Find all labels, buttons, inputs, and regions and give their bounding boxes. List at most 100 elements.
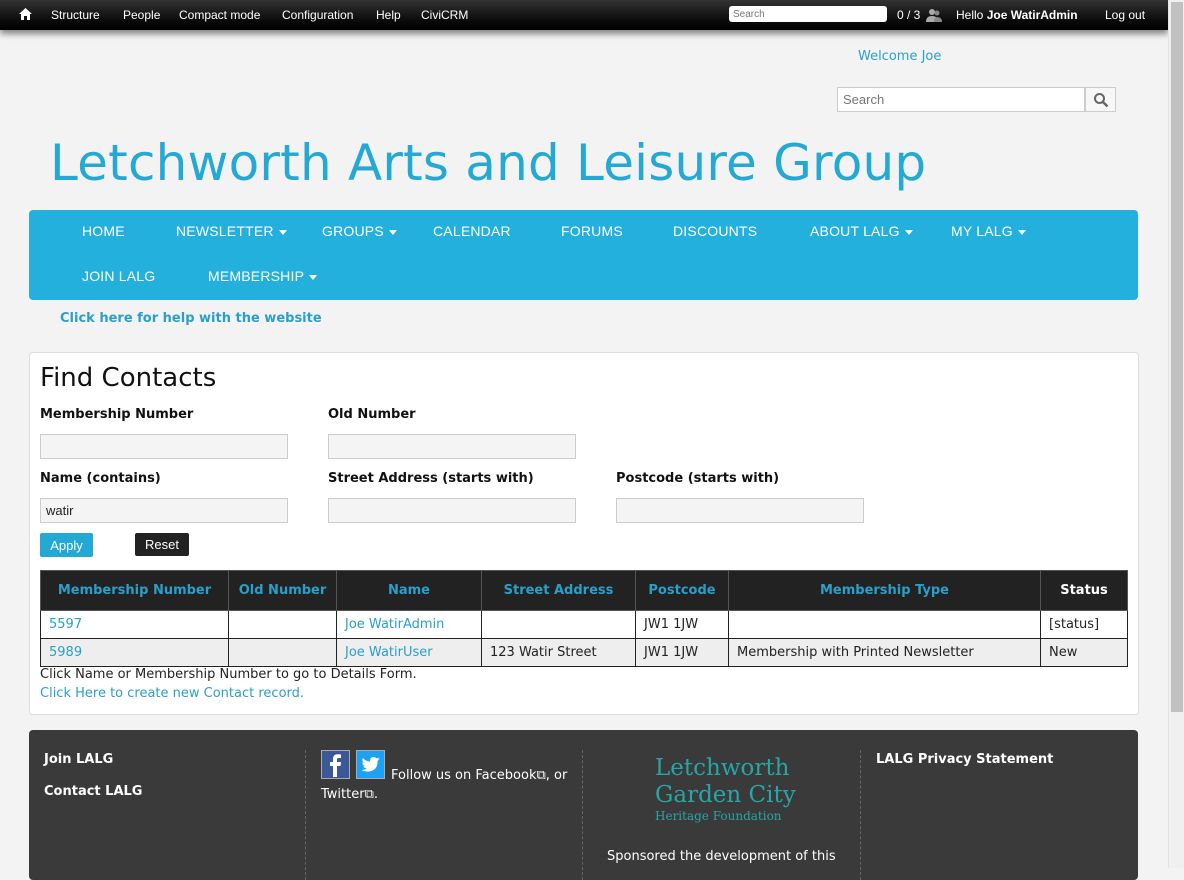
site-search-input[interactable] [837, 87, 1085, 112]
toolbar-civicrm[interactable]: CiviCRM [421, 8, 468, 22]
cell-membership-type [728, 610, 1041, 639]
scrollbar-thumb[interactable] [1171, 2, 1183, 712]
apply-button[interactable]: Apply [40, 533, 93, 557]
cell-street-address: 123 Watir Street [481, 638, 636, 667]
welcome-link[interactable]: Welcome Joe [858, 49, 941, 64]
external-link-icon: ⧉ [536, 768, 546, 783]
footer-divider [582, 750, 583, 880]
nav-newsletter[interactable]: NEWSLETTER [176, 223, 287, 239]
page-scrollbar[interactable] [1168, 0, 1184, 868]
nav-membership-label: MEMBERSHIP [208, 268, 305, 284]
column-header-status: Status [1040, 570, 1128, 611]
footer-contact-link[interactable]: Contact LALG [44, 784, 142, 799]
nav-discounts[interactable]: DISCOUNTS [673, 223, 757, 239]
column-header-membership-type[interactable]: Membership Type [728, 570, 1041, 611]
postcode-input[interactable] [616, 498, 864, 523]
toolbar-people[interactable]: People [123, 8, 160, 22]
site-search-button[interactable] [1085, 87, 1116, 112]
shortcut-count[interactable]: 0 / 3 [897, 8, 920, 22]
nav-forums-label: FORUMS [561, 223, 623, 239]
nav-forums[interactable]: FORUMS [561, 223, 623, 239]
nav-about-lalg-label: ABOUT LALG [810, 223, 900, 239]
reset-button[interactable]: Reset [135, 533, 189, 556]
nav-groups-label: GROUPS [322, 223, 384, 239]
column-header-street-address[interactable]: Street Address [481, 570, 636, 611]
street-address-input[interactable] [328, 498, 576, 523]
column-header-old-number[interactable]: Old Number [228, 570, 337, 611]
cell-membership-type: Membership with Printed Newsletter [728, 638, 1041, 667]
nav-my-lalg[interactable]: MY LALG [951, 223, 1026, 239]
nav-about-lalg[interactable]: ABOUT LALG [810, 223, 913, 239]
results-note: Click Name or Membership Number to go to… [40, 667, 417, 682]
chevron-down-icon [1017, 229, 1026, 235]
nav-home[interactable]: HOME [82, 223, 125, 239]
page-title: Find Contacts [40, 363, 217, 393]
toolbar-search-input[interactable] [729, 6, 887, 22]
toolbar-greeting: Hello Joe WatirAdmin [956, 8, 1078, 22]
contact-name-link[interactable]: Joe WatirAdmin [345, 617, 444, 632]
cell-status: New [1040, 638, 1128, 667]
create-contact-link[interactable]: Click Here to create new Contact record. [40, 686, 304, 701]
table-row: 5989 Joe WatirUser 123 Watir Street JW1 … [40, 638, 1128, 667]
nav-groups[interactable]: GROUPS [322, 223, 397, 239]
sponsored-text: Sponsored the development of this [607, 849, 836, 864]
postcode-label: Postcode (starts with) [616, 471, 780, 486]
logout-link[interactable]: Log out [1105, 8, 1145, 22]
help-link[interactable]: Click here for help with the website [60, 311, 322, 326]
nav-my-lalg-label: MY LALG [951, 223, 1013, 239]
results-table: Membership Number Old Number Name Street… [40, 570, 1128, 667]
toolbar-compact-mode[interactable]: Compact mode [179, 8, 260, 22]
old-number-label: Old Number [328, 407, 416, 422]
privacy-statement-link[interactable]: LALG Privacy Statement [876, 752, 1053, 767]
membership-number-label: Membership Number [40, 407, 194, 422]
column-header-membership-number[interactable]: Membership Number [40, 570, 229, 611]
heritage-foundation-logo[interactable]: Letchworth Garden City Heritage Foundati… [655, 755, 796, 823]
twitter-link[interactable]: Twitter [321, 787, 365, 802]
cell-old-number [228, 638, 337, 667]
follow-us-text: Follow us on Facebook⧉, or Twitter⧉. [321, 766, 571, 804]
footer-divider [860, 750, 861, 880]
table-row: 5597 Joe WatirAdmin JW1 1JW [status] [40, 610, 1128, 639]
toolbar-configuration[interactable]: Configuration [282, 8, 353, 22]
name-input[interactable] [40, 498, 288, 523]
heritage-line2: Garden City [655, 782, 796, 808]
heritage-line1: Letchworth [655, 755, 790, 781]
column-header-name[interactable]: Name [336, 570, 482, 611]
external-link-icon: ⧉ [364, 787, 374, 802]
street-address-label: Street Address (starts with) [328, 471, 534, 486]
nav-discounts-label: DISCOUNTS [673, 223, 758, 239]
shortcuts-icon[interactable] [926, 8, 942, 22]
membership-number-input[interactable] [40, 434, 288, 459]
heritage-line3: Heritage Foundation [655, 809, 782, 823]
contact-name-link[interactable]: Joe WatirUser [345, 645, 433, 660]
cell-status: [status] [1040, 610, 1128, 639]
toolbar-structure[interactable]: Structure [51, 8, 100, 22]
period-text: . [373, 787, 379, 802]
footer-join-link[interactable]: Join LALG [44, 752, 113, 767]
nav-membership[interactable]: MEMBERSHIP [208, 268, 318, 284]
home-icon[interactable] [19, 8, 32, 20]
cell-name: Joe WatirAdmin [336, 610, 482, 639]
nav-calendar[interactable]: CALENDAR [433, 223, 511, 239]
membership-number-link[interactable]: 5989 [49, 645, 82, 660]
hello-prefix: Hello [956, 8, 984, 22]
old-number-input[interactable] [328, 434, 576, 459]
cell-old-number [228, 610, 337, 639]
nav-join-lalg[interactable]: JOIN LALG [82, 268, 155, 284]
column-header-postcode[interactable]: Postcode [635, 570, 729, 611]
name-label: Name (contains) [40, 471, 161, 486]
membership-number-link[interactable]: 5597 [49, 617, 82, 632]
nav-calendar-label: CALENDAR [433, 223, 511, 239]
toolbar-help[interactable]: Help [376, 8, 401, 22]
or-text: , or [545, 768, 568, 783]
cell-membership-number: 5989 [40, 638, 229, 667]
main-navigation: HOME NEWSLETTER GROUPS CALENDAR FORUMS D… [29, 210, 1138, 300]
site-title[interactable]: Letchworth Arts and Leisure Group [50, 134, 926, 192]
toolbar-user-name[interactable]: Joe WatirAdmin [987, 8, 1078, 22]
find-contacts-panel: Find Contacts Membership Number Old Numb… [29, 352, 1139, 715]
nav-home-label: HOME [82, 223, 125, 239]
nav-join-lalg-label: JOIN LALG [82, 268, 156, 284]
facebook-link[interactable]: Facebook [475, 768, 536, 783]
search-icon [1094, 93, 1109, 108]
admin-toolbar: Structure People Compact mode Configurat… [0, 0, 1168, 30]
